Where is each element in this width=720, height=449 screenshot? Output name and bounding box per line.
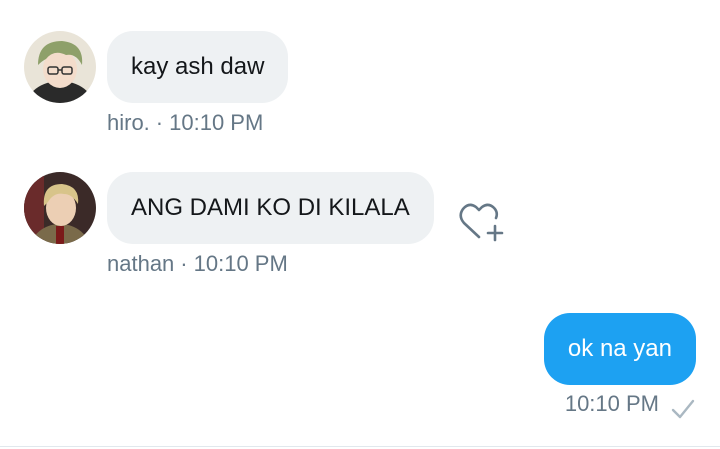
message-meta: nathan · 10:10 PM: [107, 251, 288, 277]
avatar-hiro[interactable]: [24, 31, 96, 103]
conversation-thread: kay ash daw hiro. · 10:10 PM ANG DAMI KO D…: [0, 0, 720, 449]
message-text: ANG DAMI KO DI KILALA: [131, 194, 410, 221]
message-text: ok na yan: [567, 335, 672, 362]
checkmark-icon: [670, 398, 696, 420]
message-bubble-outgoing[interactable]: ok na yan: [543, 313, 696, 385]
message-bubble-incoming[interactable]: kay ash daw: [107, 31, 289, 103]
message-time: 10:10 PM: [193, 251, 288, 276]
message-meta: hiro. · 10:10 PM: [107, 110, 263, 136]
sender-name[interactable]: nathan: [107, 251, 174, 276]
avatar-nathan[interactable]: [24, 172, 96, 244]
composer-divider: [0, 446, 720, 447]
message-bubble-incoming[interactable]: ANG DAMI KO DI KILALA: [107, 172, 434, 244]
meta-separator: ·: [155, 110, 164, 135]
avatar-nathan-image: [24, 172, 96, 244]
sender-name[interactable]: hiro.: [107, 110, 150, 135]
message-text: kay ash daw: [131, 53, 265, 80]
heart-plus-icon[interactable]: [458, 200, 506, 244]
message-time: 10:10 PM: [564, 391, 659, 416]
message-meta: 10:10 PM: [565, 391, 659, 417]
message-time: 10:10 PM: [169, 110, 264, 135]
avatar-hiro-image: [24, 31, 96, 103]
meta-separator: ·: [180, 251, 188, 276]
